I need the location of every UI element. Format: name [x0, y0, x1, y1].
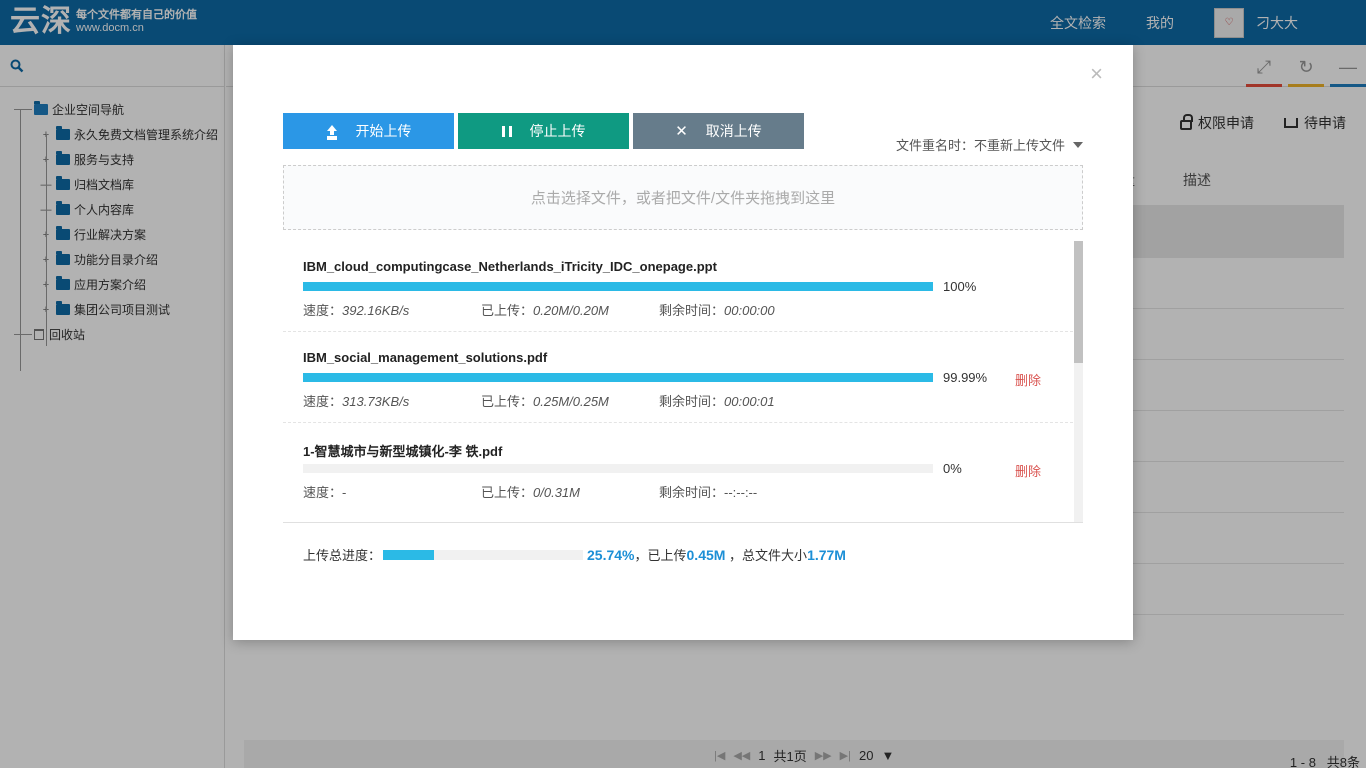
speed-value: - — [342, 485, 347, 500]
total-progress-percent: 25.74% — [587, 546, 635, 563]
start-upload-button[interactable]: 开始上传 — [283, 113, 454, 149]
file-name: 1-智慧城市与新型城镇化-李 铁.pdf — [303, 444, 503, 459]
upload-item: IBM_social_management_solutions.pdf 99.9… — [283, 332, 1073, 423]
speed-label: 速度： — [303, 303, 343, 318]
upload-speed: 速度：392.16KB/s — [303, 300, 409, 319]
summary-label: 上传总进度： — [303, 548, 382, 563]
file-progress-track — [303, 282, 933, 291]
uploaded-size: 已上传：0.20M/0.20M — [481, 300, 609, 319]
file-progress-fill — [303, 373, 933, 382]
file-name: IBM_social_management_solutions.pdf — [303, 350, 548, 365]
uploaded-size: 已上传：0/0.31M — [481, 482, 580, 501]
pause-icon — [501, 125, 512, 137]
upload-icon — [326, 124, 338, 138]
uploaded-value: 0.25M/0.25M — [533, 394, 609, 409]
remaining-value: 00:00:00 — [724, 303, 775, 318]
remaining-label: 剩余时间： — [659, 303, 725, 318]
upload-dialog: × 开始上传 停止上传 ✕ 取消上传 文件重名时： 不重新上传文件 点击选择文件… — [233, 45, 1133, 640]
upload-item: IBM_cloud_computingcase_Netherlands_iTri… — [283, 241, 1073, 332]
uploaded-label: 已上传： — [481, 303, 534, 318]
start-upload-label: 开始上传 — [355, 123, 412, 139]
upload-button-row: 开始上传 停止上传 ✕ 取消上传 — [283, 113, 808, 149]
delete-link[interactable]: 删除 — [1015, 461, 1041, 480]
remaining-time: 剩余时间：00:00:01 — [659, 391, 775, 410]
uploaded-label: 已上传： — [481, 394, 534, 409]
total-progress-fill — [383, 549, 435, 560]
summary-size-label: ，总文件大小 — [725, 548, 808, 563]
file-progress-percent: 99.99% — [943, 370, 988, 385]
upload-summary: 上传总进度： 25.74% ，已上传 0.45M ，总文件大小 1.77M — [303, 545, 846, 564]
upload-file-list: IBM_cloud_computingcase_Netherlands_iTri… — [283, 241, 1083, 523]
rename-policy-select[interactable]: 不重新上传文件 — [974, 135, 1065, 154]
remaining-label: 剩余时间： — [659, 394, 725, 409]
remaining-time: 剩余时间：00:00:00 — [659, 300, 775, 319]
chevron-down-icon[interactable] — [1073, 141, 1083, 148]
speed-value: 313.73KB/s — [342, 394, 410, 409]
file-progress-percent: 100% — [943, 279, 977, 294]
remaining-time: 剩余时间：--:--:-- — [659, 482, 757, 501]
pause-upload-label: 停止上传 — [529, 123, 586, 139]
speed-value: 392.16KB/s — [342, 303, 410, 318]
file-progress-fill — [303, 282, 933, 291]
summary-uploaded-value: 0.45M — [686, 546, 726, 563]
close-icon[interactable]: × — [1090, 63, 1103, 85]
close-icon: ✕ — [675, 123, 688, 140]
speed-label: 速度： — [303, 394, 343, 409]
upload-item: 1-智慧城市与新型城镇化-李 铁.pdf 0% 删除 速度：- 已上传：0/0.… — [283, 423, 1073, 514]
summary-size-value: 1.77M — [807, 546, 846, 563]
rename-policy-label: 文件重名时： — [895, 138, 974, 153]
speed-label: 速度： — [303, 485, 343, 500]
file-progress-track — [303, 373, 933, 382]
uploaded-label: 已上传： — [481, 485, 534, 500]
summary-uploaded-label: ，已上传 — [634, 548, 687, 563]
cancel-upload-label: 取消上传 — [705, 123, 762, 139]
remaining-value: 00:00:01 — [724, 394, 775, 409]
remaining-label: 剩余时间： — [659, 485, 725, 500]
summary-divider — [283, 522, 1083, 523]
cancel-upload-button[interactable]: ✕ 取消上传 — [633, 113, 804, 149]
uploaded-value: 0/0.31M — [533, 485, 580, 500]
pause-upload-button[interactable]: 停止上传 — [458, 113, 629, 149]
upload-speed: 速度：313.73KB/s — [303, 391, 409, 410]
remaining-value: --:--:-- — [724, 485, 758, 500]
upload-speed: 速度：- — [303, 482, 346, 501]
file-name: IBM_cloud_computingcase_Netherlands_iTri… — [303, 259, 717, 274]
file-progress-percent: 0% — [943, 461, 962, 476]
file-progress-track — [303, 464, 933, 473]
total-progress-track — [383, 549, 584, 560]
uploaded-size: 已上传：0.25M/0.25M — [481, 391, 609, 410]
rename-policy: 文件重名时： 不重新上传文件 — [896, 135, 1083, 154]
delete-link[interactable]: 删除 — [1015, 370, 1041, 389]
file-dropzone[interactable]: 点击选择文件，或者把文件/文件夹拖拽到这里 — [283, 165, 1083, 230]
uploaded-value: 0.20M/0.20M — [533, 303, 609, 318]
scrollbar-thumb[interactable] — [1074, 241, 1083, 363]
